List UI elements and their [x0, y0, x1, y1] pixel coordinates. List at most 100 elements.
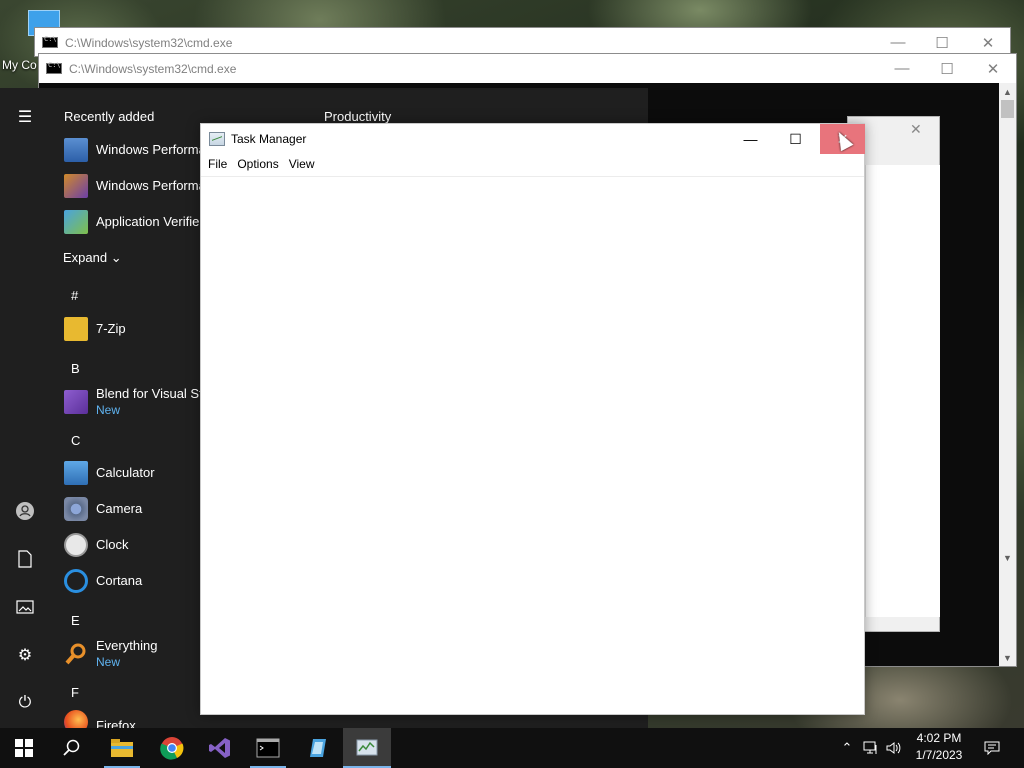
app-camera[interactable]: Camera	[56, 491, 206, 527]
chevron-down-icon: ⌄	[110, 250, 122, 265]
notification-center-icon[interactable]	[978, 728, 1006, 768]
chrome-icon	[160, 737, 184, 760]
power-icon[interactable]: ⏻	[14, 692, 36, 714]
folder-icon	[64, 317, 88, 341]
app-label: Windows Performar	[96, 178, 211, 193]
chevron-up-icon[interactable]: ⌃	[838, 728, 856, 768]
search-magnifier-icon	[64, 642, 88, 666]
clock-time: 4:02 PM	[916, 731, 962, 745]
search-button[interactable]	[48, 728, 96, 768]
letter-header-f[interactable]: F	[71, 685, 79, 700]
app-label: Firefox	[96, 718, 136, 728]
close-button[interactable]: ✕	[970, 54, 1016, 83]
documents-icon[interactable]	[14, 548, 36, 570]
recently-added-heading: Recently added	[64, 109, 155, 124]
app-label: Blend for Visual Stu	[96, 386, 210, 401]
menu-file[interactable]: File	[208, 157, 227, 171]
scroll-thumb[interactable]	[1001, 100, 1014, 118]
task-manager-window[interactable]: Task Manager — ☐ ✕ File Options View	[200, 123, 865, 715]
task-manager-menubar: File Options View	[201, 154, 864, 174]
taskbar-file-explorer[interactable]	[98, 728, 146, 768]
desktop-shortcut-label[interactable]: My Co	[2, 58, 37, 72]
app-label: Windows Performar	[96, 142, 211, 157]
app-calculator[interactable]: Calculator	[56, 455, 206, 491]
taskbar-chrome[interactable]	[148, 728, 196, 768]
hamburger-menu-icon[interactable]: ☰	[14, 106, 36, 128]
app-application-verifier[interactable]: Application Verifier	[56, 204, 206, 240]
user-account-icon[interactable]	[14, 500, 36, 522]
app-windows-performance-recorder[interactable]: Windows Performar	[56, 168, 210, 204]
productivity-heading: Productivity	[324, 109, 392, 124]
app-document-icon	[310, 739, 326, 757]
app-label: Clock	[96, 537, 129, 552]
app-blend[interactable]: Blend for Visual Stu New	[56, 384, 210, 420]
letter-header-e[interactable]: E	[71, 613, 80, 628]
taskbar-clock[interactable]: 4:02 PM 1/7/2023	[908, 730, 970, 766]
close-icon[interactable]: ✕	[910, 121, 922, 138]
new-badge: New	[96, 655, 121, 669]
letter-header-hash[interactable]: #	[71, 288, 78, 303]
app-label: Calculator	[96, 465, 155, 480]
task-manager-icon	[356, 739, 378, 756]
taskbar-visual-studio[interactable]	[196, 728, 244, 768]
pictures-icon[interactable]	[14, 596, 36, 618]
start-rail: ☰ ⚙ ⏻	[0, 88, 48, 728]
blend-icon	[64, 390, 88, 414]
minimize-button[interactable]: —	[879, 54, 925, 83]
visual-studio-icon	[209, 738, 230, 758]
background-window-content	[865, 165, 940, 617]
app-verifier-icon	[64, 210, 88, 234]
search-icon	[63, 739, 80, 756]
task-manager-app-icon	[209, 132, 225, 146]
maximize-button[interactable]: ☐	[924, 54, 970, 83]
taskbar-cmd[interactable]	[244, 728, 292, 768]
app-label: 7-Zip	[96, 321, 126, 336]
start-button[interactable]	[0, 728, 48, 768]
letter-header-b[interactable]: B	[71, 361, 80, 376]
taskbar-task-manager[interactable]	[343, 728, 391, 768]
file-explorer-icon	[111, 739, 133, 757]
cmd-app-icon	[42, 35, 58, 48]
task-manager-titlebar[interactable]: Task Manager — ☐ ✕	[201, 124, 865, 154]
camera-icon	[64, 497, 88, 521]
terminal-icon	[256, 738, 280, 758]
cmd-window-front-title: C:\Windows\system32\cmd.exe	[69, 61, 237, 76]
menu-view[interactable]: View	[289, 157, 315, 171]
vertical-scrollbar[interactable]: ▲ ▼ ▼	[999, 83, 1016, 666]
volume-icon[interactable]	[884, 728, 904, 768]
settings-gear-icon[interactable]: ⚙	[14, 644, 36, 666]
app-label: Application Verifier	[96, 214, 204, 229]
clock-icon	[64, 533, 88, 557]
app-label: Everything	[96, 638, 158, 653]
menu-options[interactable]: Options	[237, 157, 278, 171]
app-everything[interactable]: Everything New	[56, 636, 206, 672]
app-cortana[interactable]: Cortana	[56, 563, 206, 599]
app-label: Camera	[96, 501, 143, 516]
performance-analyzer-icon	[64, 138, 88, 162]
scroll-down-icon[interactable]: ▼	[999, 549, 1016, 566]
cmd-window-back-title: C:\Windows\system32\cmd.exe	[65, 35, 233, 50]
taskbar-app[interactable]	[294, 728, 342, 768]
windows-logo-icon	[15, 739, 33, 757]
taskbar: ⌃ 4:02 PM 1/7/2023	[0, 728, 1024, 768]
app-label: Cortana	[96, 573, 143, 588]
expand-button[interactable]: Expand ⌄	[63, 250, 122, 266]
app-7zip[interactable]: 7-Zip	[56, 311, 206, 347]
maximize-button[interactable]: ☐	[773, 124, 818, 154]
firefox-icon	[64, 710, 88, 728]
app-windows-performance-analyzer[interactable]: Windows Performar	[56, 132, 210, 168]
scroll-up-icon[interactable]: ▲	[999, 83, 1016, 100]
performance-recorder-icon	[64, 174, 88, 198]
calculator-icon	[64, 461, 88, 485]
scroll-down-icon[interactable]: ▼	[999, 649, 1016, 666]
clock-date: 1/7/2023	[915, 748, 963, 762]
cortana-icon	[64, 569, 88, 593]
network-icon[interactable]	[860, 728, 882, 768]
app-firefox[interactable]: Firefox	[56, 710, 206, 728]
cmd-window-front-titlebar[interactable]: C:\Windows\system32\cmd.exe — ☐ ✕	[39, 54, 1016, 83]
menu-divider	[201, 176, 864, 177]
minimize-button[interactable]: —	[728, 124, 773, 154]
task-manager-title: Task Manager	[231, 132, 307, 146]
letter-header-c[interactable]: C	[71, 433, 80, 448]
app-clock[interactable]: Clock	[56, 527, 206, 563]
